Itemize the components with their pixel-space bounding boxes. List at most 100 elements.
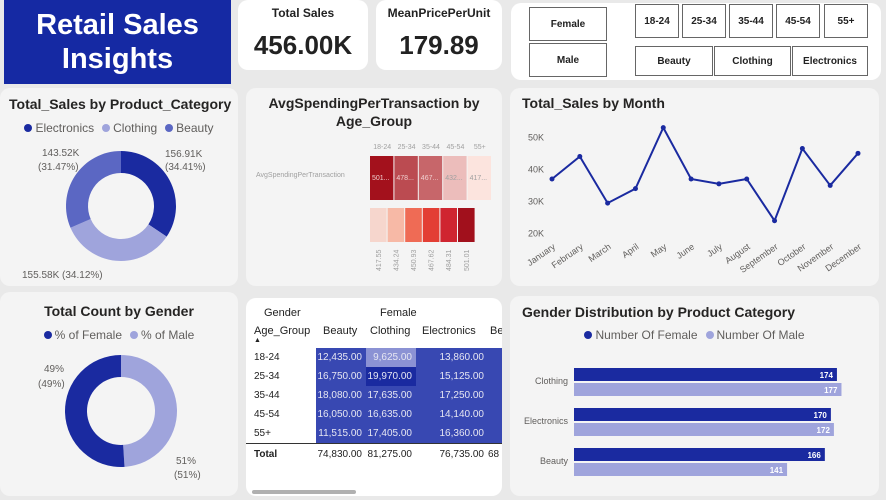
y-tick-label: 30K [528,196,544,206]
heatmap-lower-label: 501.01 [464,249,471,271]
matrix-col-beauty: Beauty [323,325,358,337]
matrix-horizontal-scrollbar[interactable] [252,490,356,494]
kpi-total-sales-label: Total Sales [271,6,335,20]
matrix-col-overflow: Be [490,325,502,337]
gender-donut-slices [65,355,178,467]
sales-point-may[interactable] [660,125,666,131]
gender-label-male-pct: (51%) [174,470,201,481]
heatmap-col-label: 55+ [474,144,486,151]
bar-number-of-female-electronics[interactable] [574,408,831,421]
slicer-gender-male[interactable]: Male [529,43,607,77]
bar-value-label: 172 [817,426,831,435]
bar-number-of-male-beauty[interactable] [574,463,788,476]
matrix-cell: 11,515.00 [316,424,366,443]
kpi-mean-price-value: 179.89 [399,30,479,60]
slicer-gender-female[interactable]: Female [529,7,607,41]
x-tick-label: February [550,241,586,270]
matrix-cell: 17,250.00 [416,386,488,405]
matrix-cell: 15,125.00 [416,367,488,386]
matrix-cell: 16,050.00 [316,405,366,424]
heatmap-lower-cell[interactable] [440,208,457,242]
category-label-electronics-pct: (34.41%) [165,162,206,173]
category-donut-chart: 156.91K (34.41%) 155.58K (34.12%) 143.52… [22,148,206,281]
heatmap-lower-cell[interactable] [387,208,405,242]
x-tick-label: April [620,241,640,260]
matrix-cell: 9,625.00 [366,348,416,367]
heatmap-row-label: AvgSpendingPerTransaction [256,172,345,179]
slicer-age-18-24[interactable]: 18-24 [635,4,679,38]
matrix-cell: 16,635.00 [366,405,416,424]
slicer-age-35-44[interactable]: 35-44 [729,4,773,38]
sales-point-december[interactable] [855,150,861,156]
heatmap-lower-cell[interactable] [422,208,440,242]
gender-donut-card: Total Count by Gender % of Female % of M… [0,292,238,496]
sales-line[interactable] [551,125,859,223]
heatmap-lower-cell[interactable] [370,208,387,242]
sort-asc-icon[interactable]: ▲ [254,337,261,344]
matrix-total-cell: 81,275.00 [367,449,413,460]
matrix-cell [488,367,502,386]
sales-point-march[interactable] [605,200,611,206]
matrix-total-cell: 76,735.00 [439,449,485,460]
sales-point-november[interactable] [827,182,833,188]
sales-point-february[interactable] [577,154,583,160]
slicer-category-electronics[interactable]: Electronics [792,46,868,76]
heatmap-cell-label: 467... [421,175,439,182]
bar-category-label-clothing: Clothing [535,376,568,386]
heatmap-lower-label: 484.31 [446,249,453,271]
gender-donut-chart: 49% (49%) 51% (51%) [38,355,201,481]
sales-point-september[interactable] [772,218,778,224]
matrix-col-clothing: Clothing [370,325,411,337]
heatmap-lower-cell[interactable] [458,208,475,242]
heatmap-lower-cell[interactable] [405,208,422,242]
matrix-cell: 12,435.00 [316,348,366,367]
gender-category-card: Gender Distribution by Product Category … [510,296,879,496]
kpi-total-sales: Total Sales 456.00K [238,0,368,70]
heatmap-lower-label: 417.55 [376,249,383,271]
sales-point-october[interactable] [799,146,805,151]
sales-point-june[interactable] [688,176,694,182]
bar-number-of-female-clothing[interactable] [574,368,837,381]
slicer-age-45-54[interactable]: 45-54 [776,4,820,38]
row-label-total: Total [254,449,278,460]
table-row: 25-34 16,750.00 19,970.00 15,125.00 [246,367,502,386]
slicer-age-25-34[interactable]: 25-34 [682,4,726,38]
heatmap-cell-label: 432... [445,175,463,182]
heatmap-cell-label: 417... [470,175,488,182]
x-tick-label: July [705,241,724,259]
matrix-cell: 17,405.00 [366,424,416,443]
table-row: 35-44 18,080.00 17,635.00 17,250.00 [246,386,502,405]
slicer-age-55-plus[interactable]: 55+ [824,4,868,38]
row-label-18-24: 18-24 [254,352,280,363]
matrix-cell: 16,360.00 [416,424,488,443]
row-label-25-34: 25-34 [254,371,280,382]
sales-point-july[interactable] [716,181,722,187]
bar-number-of-male-electronics[interactable] [574,423,834,436]
sales-point-august[interactable] [744,176,750,182]
heatmap-lower-label: 450.93 [411,249,418,271]
donut-slice-of-male[interactable] [65,355,125,467]
matrix-cell [488,405,502,424]
heatmap-lower-label: 434.24 [393,249,400,271]
sales-point-january[interactable] [549,176,555,182]
slicer-category-beauty[interactable]: Beauty [635,46,713,76]
sales-matrix[interactable]: Gender Female Age_Group ▲ Beauty Clothin… [246,298,502,496]
sales-point-april[interactable] [632,186,638,192]
kpi-total-sales-value: 456.00K [253,30,353,60]
matrix-cell [488,424,502,443]
bar-number-of-male-clothing[interactable] [574,383,842,396]
matrix-cell: 18,080.00 [316,386,366,405]
donut-slice-of-female[interactable] [121,355,178,467]
x-tick-label: March [587,241,613,264]
report-title-tile: Retail Sales Insights [4,0,231,84]
gender-label-female-value: 49% [44,364,64,375]
category-label-electronics-value: 156.91K [165,149,203,160]
table-row: 18-24 12,435.00 9,625.00 13,860.00 [246,348,502,367]
matrix-row-header: Age_Group [254,325,311,337]
row-label-45-54: 45-54 [254,409,280,420]
slicer-category-clothing[interactable]: Clothing [714,46,791,76]
heatmap-col-label: 35-44 [422,144,440,151]
bar-number-of-female-beauty[interactable] [574,448,825,461]
gender-label-female-pct: (49%) [38,379,65,390]
bar-category-label-electronics: Electronics [524,416,569,426]
